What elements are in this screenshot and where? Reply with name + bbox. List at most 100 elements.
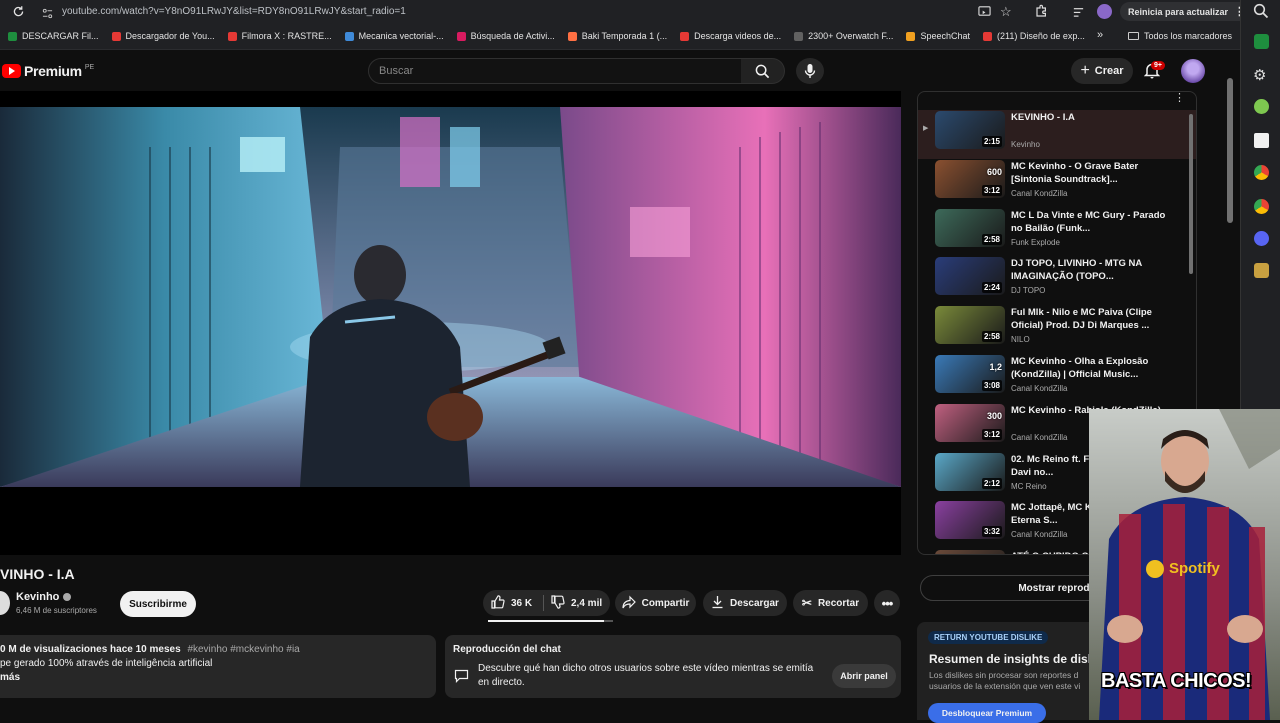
channel-name[interactable]: Kevinho — [16, 591, 72, 603]
voice-search-button[interactable] — [796, 58, 824, 84]
playlist-item-title[interactable]: MC L Da Vinte e MC Gury - Parado no Bail… — [1011, 209, 1171, 235]
microphone-icon — [804, 63, 816, 84]
update-button[interactable]: Reinicia para actualizar ⋮ — [1120, 2, 1254, 21]
more-actions-button[interactable]: ••• — [874, 590, 900, 616]
video-duration: 3:32 — [981, 526, 1002, 538]
hashtags[interactable]: #kevinho #mckevinho #ia — [187, 644, 299, 655]
search-input[interactable]: Buscar — [368, 58, 742, 84]
bookmark-item[interactable]: Descargador de You... — [111, 31, 215, 41]
share-button[interactable]: Compartir — [615, 590, 696, 616]
playlist-item[interactable]: 2:58 MC L Da Vinte e MC Gury - Parado no … — [918, 208, 1196, 257]
share-label: Compartir — [641, 597, 690, 609]
channel-avatar[interactable] — [0, 591, 10, 615]
video-frame[interactable] — [0, 107, 901, 487]
cloud-icon[interactable] — [1254, 99, 1269, 114]
bookmarks-overflow-icon[interactable]: » — [1097, 29, 1103, 41]
bookmark-item[interactable]: Búsqueda de Activi... — [456, 31, 555, 41]
youtube-logo[interactable]: Premium PE — [2, 63, 94, 79]
all-bookmarks-button[interactable]: Todos los marcadores — [1128, 31, 1232, 41]
create-label: Crear — [1094, 65, 1124, 77]
playlist-more-icon[interactable]: ⋮ — [1174, 92, 1185, 104]
dislike-button[interactable]: 2,4 mil — [544, 594, 603, 612]
bookmarks-list: DESCARGAR Fil... Descargador de You... Fil… — [8, 31, 1098, 41]
url-text[interactable]: youtube.com/watch?v=Y8nO91LRwJY&list=RDY… — [62, 6, 406, 17]
playlist-thumbnail[interactable]: 3:32 — [935, 501, 1005, 540]
playlist-item-title[interactable]: MC Kevinho - O Grave Bater [Sintonia Sou… — [1011, 160, 1171, 186]
playlist-thumbnail[interactable]: 300 3:12 — [935, 403, 1005, 442]
playlist-scrollbar[interactable] — [1189, 114, 1193, 274]
download-label: Descargar — [730, 597, 779, 609]
like-button[interactable]: 36 K — [483, 594, 543, 612]
playlist-item-title[interactable]: MC Kevinho - Olha a Explosão (KondZilla)… — [1011, 355, 1171, 381]
tab-search-icon[interactable] — [1072, 5, 1085, 18]
video-duration: 2:15 — [981, 136, 1002, 147]
playlist-thumbnail[interactable]: 2:12 — [935, 452, 1005, 491]
bookmark-item[interactable]: 2300+ Overwatch F... — [794, 31, 893, 41]
subscribe-button[interactable]: Suscribirme — [120, 591, 196, 617]
playlist-item[interactable]: 1,2 3:08 MC Kevinho - Olha a Explosão (Kon… — [918, 354, 1196, 403]
reload-icon[interactable] — [12, 5, 25, 18]
download-button[interactable]: Descargar — [703, 590, 787, 616]
channel-name-text: Kevinho — [16, 591, 60, 603]
playlist-thumbnail[interactable]: 600 3:12 — [935, 159, 1005, 198]
chrome-profile-icon[interactable] — [1254, 199, 1269, 214]
playlist-item[interactable]: 600 3:12 MC Kevinho - O Grave Bater [Sinto… — [918, 159, 1196, 208]
browser-toolbar: youtube.com/watch?v=Y8nO91LRwJY&list=RDY… — [0, 0, 1254, 24]
extensions-icon[interactable] — [1034, 4, 1048, 18]
youtube-play-icon — [2, 64, 21, 78]
bookmark-favicon-icon — [567, 31, 577, 41]
dislike-panel-title: Resumen de insights de disli — [929, 652, 1095, 666]
sheets-icon[interactable] — [1254, 34, 1269, 49]
subscribe-label: Suscribirme — [129, 598, 187, 610]
bookmark-item[interactable]: (211) Diseño de exp... — [982, 31, 1085, 41]
views-line: 0 M de visualizaciones hace 10 meses — [0, 644, 181, 655]
playlist-thumbnail[interactable]: 2:58 — [935, 306, 1005, 345]
chrome-icon[interactable] — [1254, 165, 1269, 180]
playlist-item[interactable]: ▶ 2:15 KEVINHO - I.A Kevinho — [918, 110, 1196, 159]
playlist-thumbnail[interactable]: 2:15 — [935, 111, 1005, 149]
open-panel-button[interactable]: Abrir panel — [832, 664, 896, 688]
bookmark-item[interactable]: Filmora X : RASTRE... — [227, 31, 332, 41]
now-playing-icon: ▶ — [923, 125, 929, 132]
playlist-item-title[interactable]: Ful Mlk - Nilo e MC Paiva (Clipe Oficial… — [1011, 306, 1171, 332]
search-button[interactable] — [741, 58, 785, 84]
unlock-premium-button[interactable]: Desbloquear Premium — [928, 703, 1046, 723]
bookmark-favicon-icon — [982, 31, 992, 41]
page-scrollbar[interactable] — [1227, 78, 1233, 223]
playlist-thumbnail[interactable] — [935, 550, 1005, 554]
update-label: Reinicia para actualizar — [1128, 6, 1229, 17]
bookmarks-bar: DESCARGAR Fil... Descargador de You... Fil… — [0, 24, 1240, 50]
create-button[interactable]: + Crear — [1071, 58, 1133, 84]
bookmark-star-icon[interactable]: ☆ — [1000, 4, 1012, 20]
playlist-item[interactable]: 2:24 DJ TOPO, LIVINHO - MTG NA IMAGINAÇÃO… — [918, 256, 1196, 305]
webcam-overlay: Spotify BASTA CHICOS! — [1089, 409, 1280, 720]
account-avatar[interactable] — [1181, 59, 1205, 83]
bookmark-label: Baki Temporada 1 (... — [581, 31, 668, 41]
bookmark-item[interactable]: DESCARGAR Fil... — [8, 31, 99, 41]
playlist-thumbnail[interactable]: 2:24 — [935, 257, 1005, 296]
show-more-link[interactable]: más — [0, 672, 20, 683]
site-info-icon[interactable] — [42, 6, 53, 19]
playlist-item-title[interactable]: DJ TOPO, LIVINHO - MTG NA IMAGINAÇÃO (TO… — [1011, 257, 1171, 283]
bookmark-item[interactable]: Mecanica vectorial-... — [344, 31, 444, 41]
cast-icon[interactable] — [978, 5, 991, 18]
bookmark-item[interactable]: SpeechChat — [906, 31, 970, 41]
thumbnail-badge: 600 — [986, 166, 1002, 177]
notifications-badge: 9+ — [1151, 61, 1165, 70]
dislike-count: 2,4 mil — [571, 597, 603, 609]
bookmark-item[interactable]: Descarga videos de... — [680, 31, 781, 41]
playlist-item-title[interactable]: KEVINHO - I.A — [1011, 111, 1171, 124]
playlist-thumbnail[interactable]: 2:58 — [935, 208, 1005, 247]
clip-button[interactable]: ✂ Recortar — [793, 590, 868, 616]
discord-icon[interactable] — [1254, 231, 1269, 246]
bookmark-favicon-icon — [456, 31, 466, 41]
settings-gear-icon[interactable]: ⚙ — [1253, 66, 1266, 84]
u-app-icon[interactable] — [1254, 133, 1269, 148]
playlist-item[interactable]: 2:58 Ful Mlk - Nilo e MC Paiva (Clipe Ofi… — [918, 305, 1196, 354]
playlist-thumbnail[interactable]: 1,2 3:08 — [935, 355, 1005, 393]
webcam-caption: BASTA CHICOS! — [1101, 670, 1252, 692]
app-icon[interactable] — [1254, 263, 1269, 278]
bookmark-item[interactable]: Baki Temporada 1 (... — [567, 31, 668, 41]
search-icon[interactable] — [1253, 3, 1269, 19]
profile-avatar-icon[interactable] — [1097, 4, 1112, 19]
